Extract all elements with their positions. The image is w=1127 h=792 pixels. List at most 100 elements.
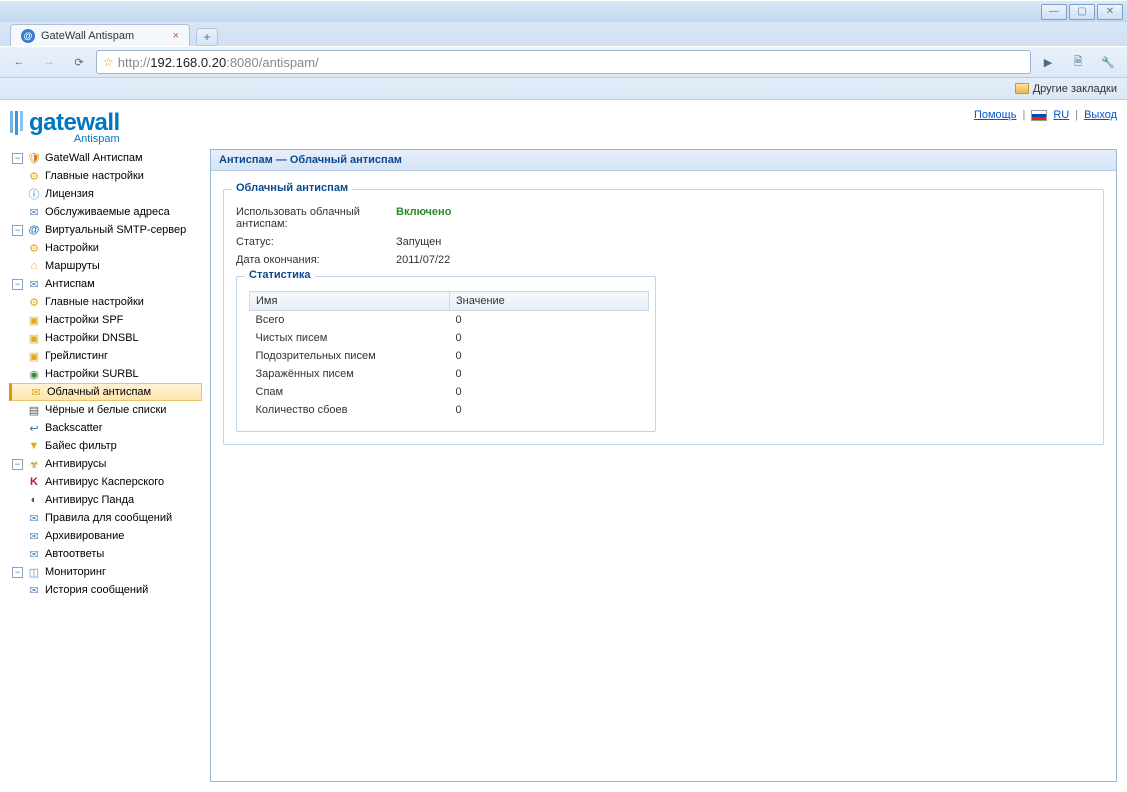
collapse-icon[interactable]: − bbox=[12, 567, 23, 578]
expiry-label: Дата окончания: bbox=[236, 254, 396, 266]
tree-rules[interactable]: ✉Правила для сообщений bbox=[10, 509, 202, 527]
lang-link[interactable]: RU bbox=[1053, 109, 1069, 121]
list-icon: ▤ bbox=[26, 403, 42, 417]
tree-smtp[interactable]: − @ Виртуальный SMTP-сервер bbox=[10, 221, 202, 239]
folder-icon: ▣ bbox=[26, 349, 42, 363]
close-button[interactable]: ✕ bbox=[1097, 4, 1123, 20]
tree-smtp-settings[interactable]: ⚙Настройки bbox=[10, 239, 202, 257]
browser-tabbar: @ GateWall Antispam × + bbox=[0, 22, 1127, 46]
new-tab-button[interactable]: + bbox=[196, 28, 218, 46]
history-icon: ✉ bbox=[26, 583, 42, 597]
tree-av-panda[interactable]: ◐Антивирус Панда bbox=[10, 491, 202, 509]
virus-icon: ☣ bbox=[26, 457, 42, 471]
cloud-legend: Облачный антиспам bbox=[232, 182, 352, 194]
stats-table: Имя Значение Всего0 Чистых писем0 Подозр… bbox=[249, 291, 649, 419]
back-button[interactable]: ← bbox=[6, 50, 32, 74]
tab-title: GateWall Antispam bbox=[41, 30, 134, 42]
gear-icon: ⚙ bbox=[26, 241, 42, 255]
browser-tab[interactable]: @ GateWall Antispam × bbox=[10, 24, 190, 46]
app-logo: gatewall Antispam bbox=[10, 109, 120, 145]
at-icon: @ bbox=[26, 223, 42, 237]
tree-monitoring[interactable]: − ◫ Мониторинг bbox=[10, 563, 202, 581]
home-icon: ⌂ bbox=[26, 259, 42, 273]
rules-icon: ✉ bbox=[26, 511, 42, 525]
folder-icon: ▣ bbox=[26, 313, 42, 327]
minimize-button[interactable]: — bbox=[1041, 4, 1067, 20]
settings-button[interactable]: 🔧 bbox=[1095, 50, 1121, 74]
use-cloud-label: Использовать облачный антиспам: bbox=[236, 206, 396, 230]
collapse-icon[interactable]: − bbox=[12, 153, 23, 164]
arrow-icon: ↩ bbox=[26, 421, 42, 435]
folder-icon bbox=[1015, 83, 1029, 94]
tree-autoreply[interactable]: ✉Автоответы bbox=[10, 545, 202, 563]
sidebar: − 🛡 GateWall Антиспам ⚙Главные настройки… bbox=[10, 149, 202, 782]
monitor-icon: ◫ bbox=[26, 565, 42, 579]
maximize-button[interactable]: ▢ bbox=[1069, 4, 1095, 20]
gear-icon: ⚙ bbox=[26, 295, 42, 309]
status-value: Запущен bbox=[396, 236, 441, 248]
breadcrumb: Антиспам — Облачный антиспам bbox=[211, 150, 1116, 171]
table-row: Всего0 bbox=[250, 311, 649, 330]
tree-addresses[interactable]: ✉Обслуживаемые адреса bbox=[10, 203, 202, 221]
url-text: http://192.168.0.20:8080/antispam/ bbox=[118, 55, 319, 70]
gear-icon: ⚙ bbox=[26, 169, 42, 183]
tree-as-spf[interactable]: ▣Настройки SPF bbox=[10, 311, 202, 329]
tree-smtp-routes[interactable]: ⌂Маршруты bbox=[10, 257, 202, 275]
tab-close-icon[interactable]: × bbox=[173, 30, 179, 42]
forward-button[interactable]: → bbox=[36, 50, 62, 74]
tree-antispam[interactable]: − ✉ Антиспам bbox=[10, 275, 202, 293]
favicon-icon: @ bbox=[21, 29, 35, 43]
tree-as-surbl[interactable]: ◉Настройки SURBL bbox=[10, 365, 202, 383]
table-row: Чистых писем0 bbox=[250, 329, 649, 347]
globe-icon: ◉ bbox=[26, 367, 42, 381]
table-row: Количество сбоев0 bbox=[250, 401, 649, 419]
kaspersky-icon: K bbox=[26, 475, 42, 489]
help-link[interactable]: Помощь bbox=[974, 109, 1017, 121]
logout-link[interactable]: Выход bbox=[1084, 109, 1117, 121]
shield-icon: 🛡 bbox=[26, 151, 42, 165]
table-row: Спам0 bbox=[250, 383, 649, 401]
table-row: Подозрительных писем0 bbox=[250, 347, 649, 365]
tree-antivirus[interactable]: − ☣ Антивирусы bbox=[10, 455, 202, 473]
tree-license[interactable]: ⓘЛицензия bbox=[10, 185, 202, 203]
other-bookmarks-link[interactable]: Другие закладки bbox=[1033, 83, 1117, 95]
expiry-value: 2011/07/22 bbox=[396, 254, 450, 266]
mail-icon: ✉ bbox=[26, 277, 42, 291]
cloud-icon: ✉ bbox=[28, 385, 44, 399]
page-menu-button[interactable]: 🗎 bbox=[1065, 50, 1091, 74]
logo-bars-icon bbox=[10, 111, 23, 135]
autoreply-icon: ✉ bbox=[26, 547, 42, 561]
info-icon: ⓘ bbox=[26, 187, 42, 201]
bookmark-bar: Другие закладки bbox=[0, 78, 1127, 100]
tree-main-settings[interactable]: ⚙Главные настройки bbox=[10, 167, 202, 185]
tree-root[interactable]: − 🛡 GateWall Антиспам bbox=[10, 149, 202, 167]
flag-ru-icon bbox=[1031, 110, 1047, 121]
stats-legend: Статистика bbox=[245, 269, 315, 281]
tree-as-dnsbl[interactable]: ▣Настройки DNSBL bbox=[10, 329, 202, 347]
col-value-header: Значение bbox=[450, 292, 649, 311]
tree-as-cloud[interactable]: ✉Облачный антиспам bbox=[9, 383, 202, 401]
collapse-icon[interactable]: − bbox=[12, 225, 23, 236]
tree-as-greylisting[interactable]: ▣Грейлистинг bbox=[10, 347, 202, 365]
tree-av-kaspersky[interactable]: KАнтивирус Касперского bbox=[10, 473, 202, 491]
funnel-icon: ▼ bbox=[26, 439, 42, 453]
collapse-icon[interactable]: − bbox=[12, 279, 23, 290]
tree-as-main[interactable]: ⚙Главные настройки bbox=[10, 293, 202, 311]
bookmark-star-icon[interactable]: ☆ bbox=[103, 55, 114, 69]
window-titlebar: — ▢ ✕ bbox=[0, 0, 1127, 22]
cloud-fieldset: Облачный антиспам Использовать облачный … bbox=[223, 189, 1104, 445]
url-bar[interactable]: ☆ http://192.168.0.20:8080/antispam/ bbox=[96, 50, 1031, 74]
use-cloud-value: Включено bbox=[396, 206, 451, 230]
tree-archiving[interactable]: ✉Архивирование bbox=[10, 527, 202, 545]
tree-history[interactable]: ✉История сообщений bbox=[10, 581, 202, 599]
panda-icon: ◐ bbox=[26, 493, 42, 507]
tree-as-bwlists[interactable]: ▤Чёрные и белые списки bbox=[10, 401, 202, 419]
col-name-header: Имя bbox=[250, 292, 450, 311]
reload-button[interactable]: ⟳ bbox=[66, 50, 92, 74]
tree-as-bayes[interactable]: ▼Байес фильтр bbox=[10, 437, 202, 455]
tree-as-backscatter[interactable]: ↩Backscatter bbox=[10, 419, 202, 437]
go-button[interactable]: ▶ bbox=[1035, 50, 1061, 74]
stats-fieldset: Статистика Имя Значение Всего0 Чистых пи… bbox=[236, 276, 656, 432]
collapse-icon[interactable]: − bbox=[12, 459, 23, 470]
table-row: Заражённых писем0 bbox=[250, 365, 649, 383]
